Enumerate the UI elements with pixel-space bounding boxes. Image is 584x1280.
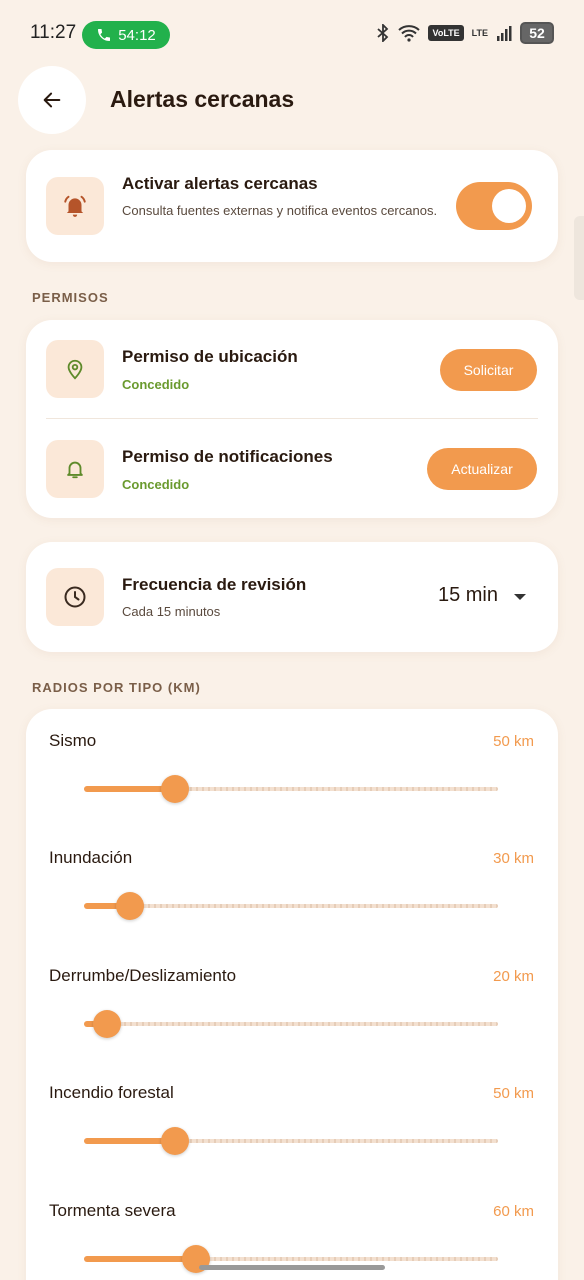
activate-subtitle: Consulta fuentes externas y notifica eve…	[122, 203, 438, 218]
bell-icon	[67, 461, 83, 479]
update-notifications-button[interactable]: Actualizar	[427, 448, 537, 490]
icon-tile	[46, 177, 104, 235]
signal-icon	[497, 26, 512, 41]
toggle-knob	[492, 189, 526, 223]
radius-value: 20 km	[493, 968, 534, 985]
slider-thumb[interactable]	[161, 1127, 190, 1155]
slider-thumb[interactable]	[115, 892, 144, 920]
battery-indicator: 52	[520, 22, 554, 44]
radius-slider[interactable]	[84, 1010, 498, 1038]
radius-slider[interactable]	[84, 775, 498, 803]
frequency-select-value[interactable]: 15 min	[438, 584, 498, 607]
slider-thumb[interactable]	[161, 775, 190, 803]
volte-badge: VoLTE	[428, 25, 464, 41]
icon-tile	[46, 340, 104, 398]
home-indicator[interactable]	[199, 1265, 385, 1270]
radius-value: 30 km	[493, 850, 534, 867]
back-button[interactable]	[18, 66, 86, 134]
radius-row-inundacion: Inundación 30 km	[26, 826, 558, 943]
activate-toggle[interactable]	[456, 182, 532, 230]
frequency-card[interactable]: Frecuencia de revisión Cada 15 minutos 1…	[26, 542, 558, 652]
radius-slider[interactable]	[84, 1127, 498, 1155]
phone-icon	[98, 29, 111, 41]
radius-type-name: Sismo	[49, 731, 97, 750]
chevron-down-icon[interactable]	[514, 594, 526, 600]
location-pin-icon	[67, 359, 83, 380]
icon-tile	[46, 568, 104, 626]
radius-slider[interactable]	[84, 1245, 498, 1273]
page-title: Alertas cercanas	[110, 86, 295, 112]
radius-type-name: Inundación	[49, 848, 133, 867]
radii-card: Sismo 50 km Inundación 30 km Derrumbe/De…	[26, 709, 558, 1280]
radius-value: 60 km	[493, 1203, 534, 1220]
battery-level: 52	[529, 25, 545, 41]
radius-row-sismo: Sismo 50 km	[26, 709, 558, 826]
ongoing-call-pill[interactable]: 54:12	[82, 21, 170, 49]
frequency-title: Frecuencia de revisión	[122, 575, 307, 594]
status-icons: VoLTE LTE 52	[376, 22, 554, 44]
edge-handle[interactable]	[574, 216, 584, 300]
clock-icon	[64, 586, 86, 608]
location-permission-status: Concedido	[122, 377, 190, 392]
radii-section-label: RADIOS POR TIPO (KM)	[32, 680, 201, 695]
wifi-icon	[398, 25, 421, 42]
radius-type-name: Derrumbe/Deslizamiento	[49, 966, 237, 985]
status-bar: 11:27 54:12 VoLTE LTE 52	[0, 0, 584, 66]
radius-type-name: Tormenta severa	[49, 1201, 176, 1220]
lte-label: LTE	[471, 28, 488, 38]
frequency-subtitle: Cada 15 minutos	[122, 604, 221, 619]
notification-permission-title: Permiso de notificaciones	[122, 447, 333, 466]
icon-tile	[46, 440, 104, 498]
slider-thumb[interactable]	[92, 1010, 121, 1038]
activate-alerts-card: Activar alertas cercanas Consulta fuente…	[26, 150, 558, 262]
slider-fill	[84, 1256, 196, 1262]
request-location-button[interactable]: Solicitar	[440, 349, 537, 391]
radius-type-name: Incendio forestal	[49, 1083, 174, 1102]
radius-value: 50 km	[493, 1085, 534, 1102]
radius-row-incendio: Incendio forestal 50 km	[26, 1061, 558, 1178]
permissions-card: Permiso de ubicación Concedido Solicitar…	[26, 320, 558, 518]
status-time: 11:27	[30, 22, 77, 43]
radius-value: 50 km	[493, 733, 534, 750]
activate-title: Activar alertas cercanas	[122, 174, 318, 193]
bell-ringing-icon	[64, 195, 86, 217]
notification-permission-status: Concedido	[122, 477, 190, 492]
permissions-section-label: PERMISOS	[32, 290, 109, 305]
bluetooth-icon	[377, 24, 389, 42]
radius-slider[interactable]	[84, 892, 498, 920]
radius-row-derrumbe: Derrumbe/Deslizamiento 20 km	[26, 944, 558, 1061]
arrow-left-icon	[43, 92, 61, 108]
location-permission-title: Permiso de ubicación	[122, 347, 298, 366]
divider	[46, 418, 538, 419]
call-timer: 54:12	[118, 26, 156, 44]
